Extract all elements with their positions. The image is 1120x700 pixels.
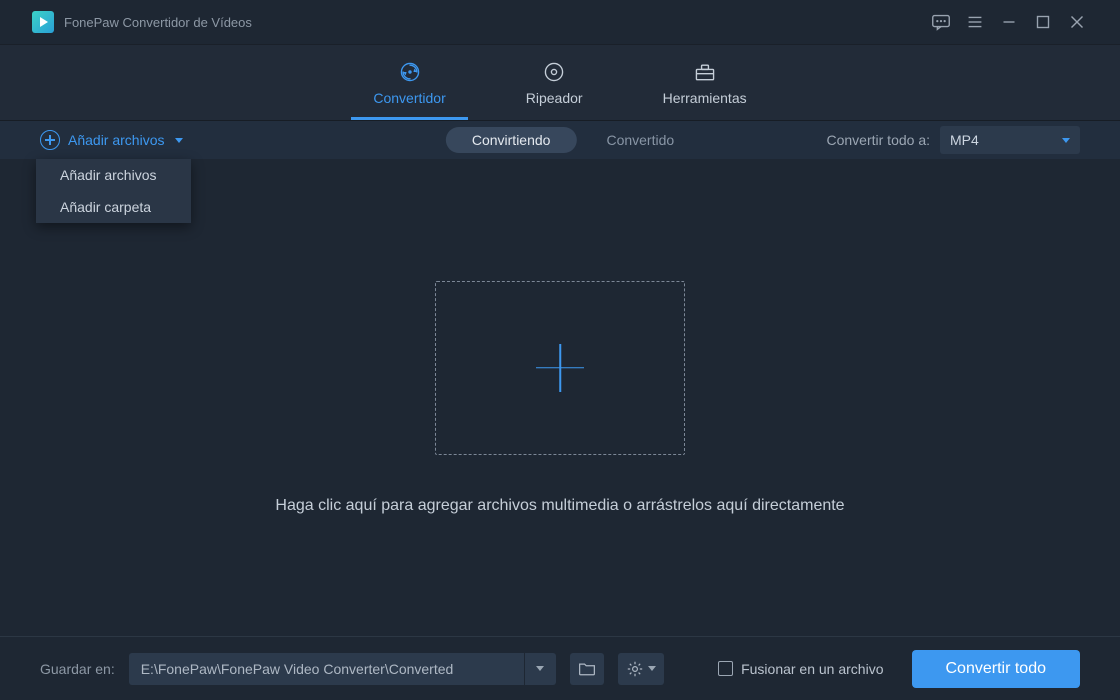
app-logo-icon [32,11,54,33]
maximize-icon[interactable] [1026,0,1060,45]
merge-checkbox[interactable]: Fusionar en un archivo [718,661,883,677]
drop-zone[interactable] [435,281,685,455]
format-selected-value: MP4 [950,132,979,148]
convert-icon [396,60,424,84]
menu-icon[interactable] [958,0,992,45]
save-path-dropdown[interactable] [524,653,556,685]
merge-label: Fusionar en un archivo [741,661,883,677]
plus-icon [536,344,584,392]
app-title: FonePaw Convertidor de Vídeos [64,15,252,30]
close-icon[interactable] [1060,0,1094,45]
segment-converted[interactable]: Convertido [606,132,674,148]
chevron-down-icon [536,666,544,671]
disc-icon [540,60,568,84]
plus-circle-icon [40,130,60,150]
add-files-button[interactable]: Añadir archivos [40,130,183,150]
content-area: Haga clic aquí para agregar archivos mul… [0,159,1120,636]
open-folder-button[interactable] [570,653,604,685]
tab-ripeador[interactable]: Ripeador [516,45,593,120]
toolbox-icon [691,60,719,84]
chevron-down-icon [648,666,656,671]
convert-all-button[interactable]: Convertir todo [912,650,1081,688]
tab-herramientas-label: Herramientas [663,90,747,106]
format-select[interactable]: MP4 [940,126,1080,154]
checkbox-icon [718,661,733,676]
title-bar: FonePaw Convertidor de Vídeos [0,0,1120,45]
add-files-dropdown: Añadir archivos Añadir carpeta [36,159,191,223]
feedback-icon[interactable] [924,0,958,45]
tab-convertidor[interactable]: Convertidor [363,45,455,120]
convert-all-label: Convertir todo a: [827,132,931,148]
settings-button[interactable] [618,653,664,685]
add-files-label: Añadir archivos [68,132,165,148]
chevron-down-icon [175,138,183,143]
dropdown-item-add-files[interactable]: Añadir archivos [36,159,191,191]
dropdown-item-add-folder[interactable]: Añadir carpeta [36,191,191,223]
tab-convertidor-label: Convertidor [373,90,445,106]
minimize-icon[interactable] [992,0,1026,45]
status-segment: Convirtiendo Convertido [446,127,674,153]
convert-all-to: Convertir todo a: MP4 [827,126,1081,154]
gear-icon [626,661,644,677]
segment-converting[interactable]: Convirtiendo [446,127,577,153]
tab-ripeador-label: Ripeador [526,90,583,106]
drop-hint-text: Haga clic aquí para agregar archivos mul… [275,497,844,515]
chevron-down-icon [1062,138,1070,143]
action-bar: Añadir archivos Convirtiendo Convertido … [0,121,1120,159]
folder-icon [578,661,596,677]
save-path-input[interactable]: E:\FonePaw\FonePaw Video Converter\Conve… [129,653,524,685]
main-tabs: Convertidor Ripeador Herramientas [0,45,1120,121]
save-in-label: Guardar en: [40,661,115,677]
tab-herramientas[interactable]: Herramientas [653,45,757,120]
bottom-bar: Guardar en: E:\FonePaw\FonePaw Video Con… [0,636,1120,700]
